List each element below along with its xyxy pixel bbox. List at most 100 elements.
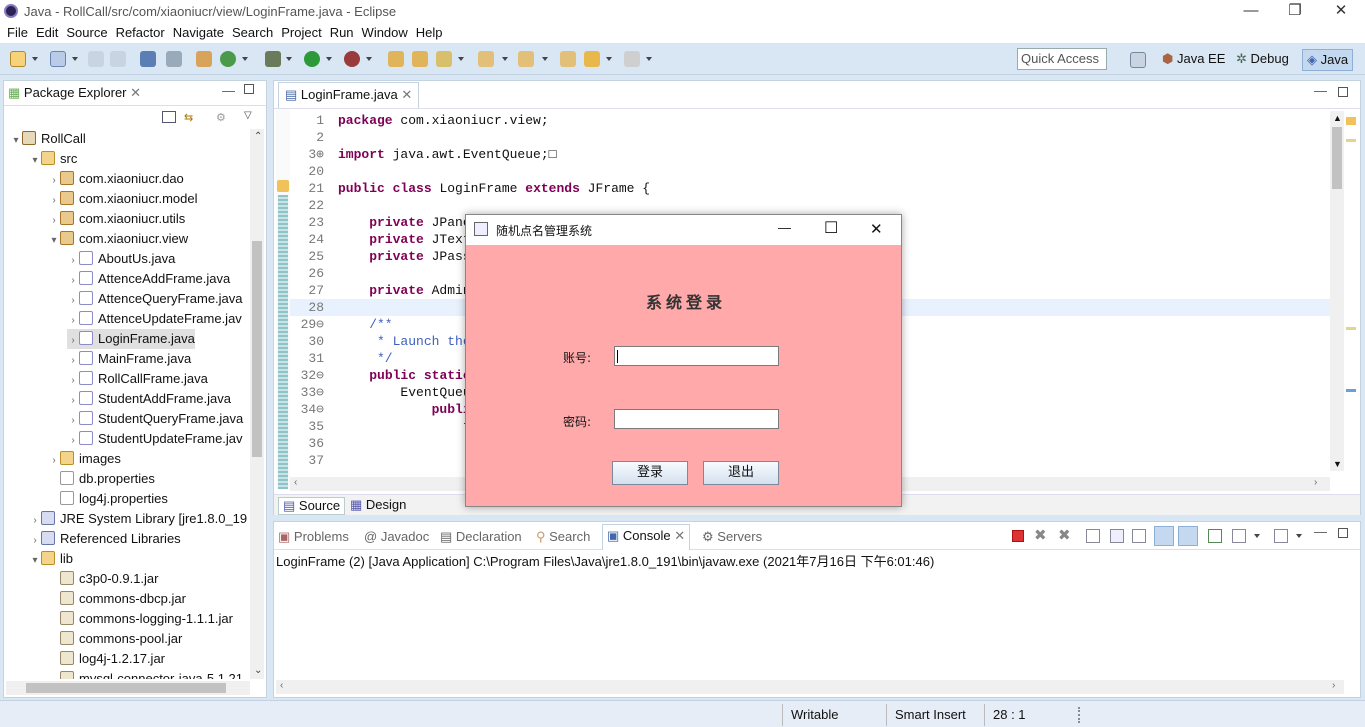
close-icon[interactable]: ✕ — [398, 87, 412, 102]
tab-console[interactable]: ▣ Console ✕ — [602, 524, 691, 550]
open-console-icon[interactable] — [1274, 529, 1288, 543]
tree-item[interactable]: › MainFrame.java — [67, 349, 191, 369]
print-icon[interactable] — [110, 51, 126, 67]
tree-item[interactable]: commons-logging-1.1.1.jar — [48, 609, 233, 629]
chevron-up-icon[interactable]: ⌃ — [254, 131, 262, 142]
minimize-icon[interactable]: — — [1314, 524, 1327, 539]
minimize-button[interactable]: — — [1228, 0, 1274, 24]
close-icon[interactable]: ✕ — [671, 528, 685, 543]
package-explorer-tab[interactable]: ▦ Package Explorer ✕ — [8, 81, 141, 107]
minimize-icon[interactable]: — — [1314, 83, 1327, 98]
chevron-down-icon[interactable] — [286, 57, 292, 61]
dialog-minimize-button[interactable]: — — [778, 220, 791, 235]
remove-launch-icon[interactable]: ✖ — [1034, 526, 1047, 544]
code-line[interactable]: 3⊕ import java.awt.EventQueue;□ — [290, 146, 1340, 163]
pin-console-icon[interactable] — [1208, 529, 1222, 543]
editor-tab-loginframe[interactable]: ▤ LoginFrame.java ✕ — [278, 82, 420, 108]
view-menu-icon[interactable]: ▽ — [244, 110, 252, 121]
design-tab[interactable]: ▦ Design — [346, 497, 410, 513]
warning-marker[interactable] — [1346, 117, 1356, 125]
chevron-right-icon[interactable]: › — [29, 531, 41, 551]
open-folder-icon[interactable] — [412, 51, 428, 67]
quick-access-input[interactable]: Quick Access — [1017, 48, 1107, 70]
chevron-right-icon[interactable]: › — [67, 311, 79, 331]
tree-vertical-scrollbar[interactable]: ⌃ ⌄ — [250, 129, 264, 679]
tree-item[interactable]: ▾ lib — [29, 549, 73, 569]
refresh-icon[interactable] — [220, 51, 236, 67]
maximize-icon[interactable] — [1338, 528, 1348, 538]
tree-item[interactable]: › AttenceUpdateFrame.jav — [67, 309, 242, 329]
chevron-down-icon[interactable]: ⌄ — [254, 665, 262, 676]
chevron-down-icon[interactable] — [1296, 534, 1302, 538]
task-marker[interactable] — [1346, 389, 1356, 392]
chevron-down-icon[interactable]: ▾ — [10, 131, 22, 151]
code-line[interactable]: 21 public class LoginFrame extends JFrame… — [290, 180, 1340, 197]
tree-item[interactable]: ▾ RollCall — [10, 129, 86, 149]
tree-item[interactable]: › LoginFrame.java — [67, 329, 195, 349]
tree-item[interactable]: › RollCallFrame.java — [67, 369, 208, 389]
tree-item[interactable]: log4j-1.2.17.jar — [48, 649, 165, 669]
menu-search[interactable]: Search — [228, 24, 277, 41]
display-console-icon[interactable] — [1232, 529, 1246, 543]
tree-item[interactable]: log4j.properties — [48, 489, 168, 509]
tab-declaration[interactable]: ▤ Declaration — [440, 526, 522, 548]
maximize-icon[interactable] — [1338, 87, 1348, 97]
annotation-icon[interactable] — [478, 51, 494, 67]
chevron-down-icon[interactable] — [606, 57, 612, 61]
menu-project[interactable]: Project — [277, 24, 325, 41]
tree-item[interactable]: ▾ src — [29, 149, 77, 169]
code-line[interactable]: 22 — [290, 197, 1340, 214]
dialog-maximize-button[interactable]: ☐ — [824, 218, 838, 238]
collapse-all-icon[interactable] — [162, 111, 176, 123]
chevron-right-icon[interactable]: › — [48, 451, 60, 471]
last-edit-icon[interactable] — [560, 51, 576, 67]
tree-item[interactable]: ▾ com.xiaoniucr.view — [48, 229, 188, 249]
skip-breakpoints-icon[interactable] — [166, 51, 182, 67]
code-line[interactable]: 1 package com.xiaoniucr.view; — [290, 112, 1340, 129]
tree-item[interactable]: db.properties — [48, 469, 155, 489]
chevron-down-icon[interactable]: ▾ — [29, 551, 41, 571]
tree-item[interactable]: c3p0-0.9.1.jar — [48, 569, 159, 589]
occurrence-marker[interactable] — [1346, 139, 1356, 142]
close-button[interactable]: ✕ — [1318, 0, 1364, 24]
tree-item[interactable]: › images — [48, 449, 121, 469]
tree-item[interactable]: › com.xiaoniucr.dao — [48, 169, 184, 189]
chevron-down-icon[interactable] — [646, 57, 652, 61]
source-tab[interactable]: ▤ Source — [278, 497, 346, 515]
scrollbar-thumb[interactable] — [1332, 127, 1342, 189]
tree-item[interactable]: › AttenceAddFrame.java — [67, 269, 230, 289]
password-input[interactable] — [614, 409, 779, 429]
chevron-down-icon[interactable] — [502, 57, 508, 61]
terminate-icon[interactable] — [1012, 530, 1024, 542]
show-stderr-icon[interactable] — [1178, 526, 1198, 546]
tree-item[interactable]: › com.xiaoniucr.model — [48, 189, 198, 209]
console-horizontal-scrollbar[interactable]: ‹ › — [276, 680, 1344, 694]
open-perspective-icon[interactable] — [1130, 52, 1146, 68]
debug-icon[interactable] — [265, 51, 281, 67]
menu-run[interactable]: Run — [326, 24, 358, 41]
close-icon[interactable]: ✕ — [127, 85, 141, 100]
exit-button[interactable]: 退出 — [703, 461, 779, 485]
pen-icon[interactable] — [436, 51, 452, 67]
chevron-right-icon[interactable]: › — [67, 431, 79, 451]
open-type-icon[interactable] — [388, 51, 404, 67]
menu-navigate[interactable]: Navigate — [169, 24, 228, 41]
menu-file[interactable]: File — [0, 24, 32, 41]
show-stdout-icon[interactable] — [1154, 526, 1174, 546]
previous-annotation-icon[interactable] — [518, 51, 534, 67]
code-line[interactable]: 20 — [290, 163, 1340, 180]
tab-search[interactable]: ⚲ Search — [536, 526, 590, 548]
dialog-close-button[interactable]: ✕ — [870, 220, 883, 238]
code-line[interactable]: 2 — [290, 129, 1340, 146]
menu-refactor[interactable]: Refactor — [112, 24, 169, 41]
tree-item[interactable]: › StudentAddFrame.java — [67, 389, 231, 409]
chevron-down-icon[interactable] — [1254, 534, 1260, 538]
tab-javadoc[interactable]: @ Javadoc — [364, 526, 429, 548]
filter-icon[interactable]: ⚙ — [216, 111, 230, 124]
forward-icon[interactable] — [624, 51, 640, 67]
remove-all-icon[interactable]: ✖ — [1058, 526, 1071, 544]
chevron-down-icon[interactable] — [72, 57, 78, 61]
tree-item[interactable]: commons-dbcp.jar — [48, 589, 186, 609]
tab-problems[interactable]: ▣ Problems — [278, 526, 349, 548]
perspective-debug[interactable]: ✲ Debug — [1232, 49, 1293, 71]
